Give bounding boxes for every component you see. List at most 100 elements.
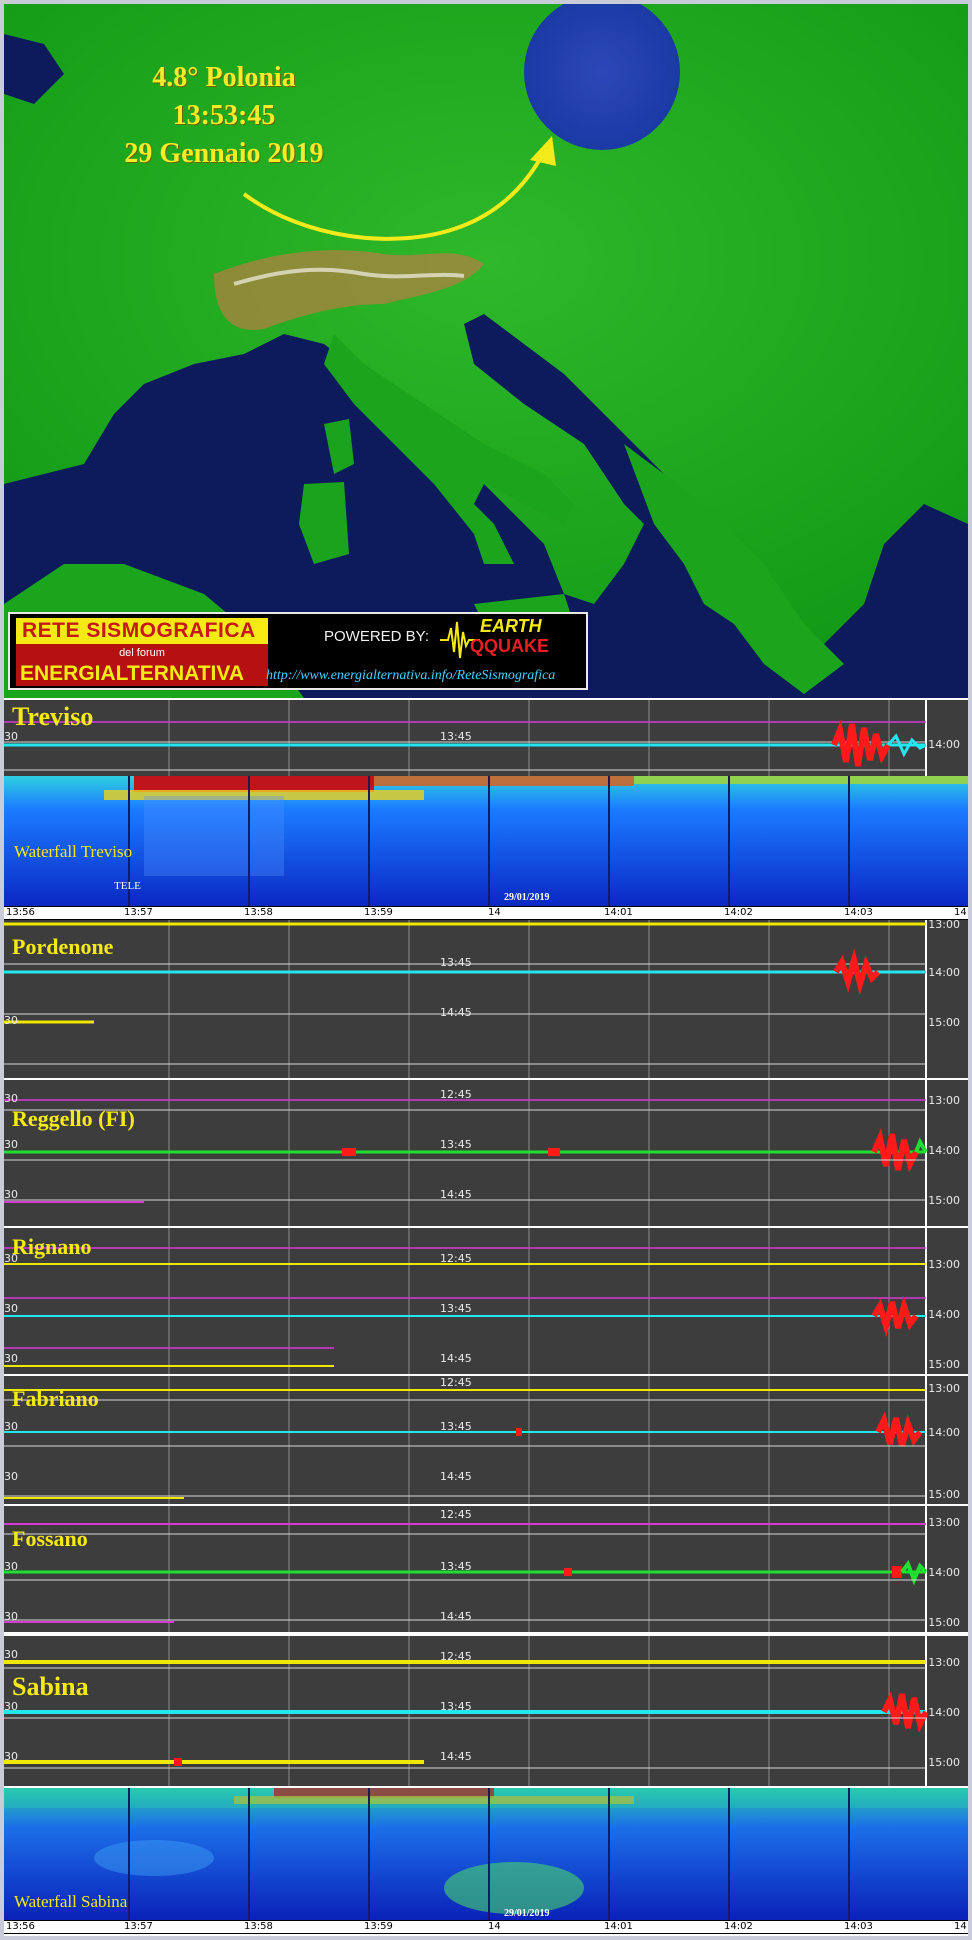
trace-time-label: 12:45 — [440, 1508, 472, 1521]
tick-label: 13:59 — [364, 907, 393, 918]
trace-time-label: 13:45 — [440, 730, 472, 743]
seismogram-rignano-plot — [4, 1228, 927, 1374]
trace-left-label: 30 — [4, 1560, 18, 1573]
map-title-time: 13:53:45 — [172, 100, 276, 131]
trace-time-label: 13:45 — [440, 1420, 472, 1433]
event-marker-treviso — [831, 719, 891, 767]
trace-hour-label: 13:00 — [928, 920, 960, 931]
station-name: Treviso — [12, 702, 94, 731]
seismogram-fabriano-plot — [4, 1376, 927, 1504]
waterfall-treviso: Waterfall Treviso TELE 29/01/2019 — [4, 776, 968, 906]
waterfall-sabina: Waterfall Sabina 29/01/2019 — [4, 1788, 968, 1920]
station-name: Sabina — [12, 1672, 89, 1701]
landmass-corsica — [324, 419, 354, 474]
trace-time-label: 13:45 — [440, 1560, 472, 1573]
trace-hour-label: 14:00 — [928, 1566, 960, 1579]
trace-left-label: 30 — [4, 1252, 18, 1265]
tick-label: 14:01 — [604, 907, 633, 918]
waterfall-sabina-spectrogram — [4, 1788, 968, 1920]
trace-hour-label: 14:00 — [928, 1426, 960, 1439]
tick-label: 14:02 — [724, 1921, 753, 1932]
station-name: Fabriano — [12, 1386, 99, 1411]
trace-time-label: 14:45 — [440, 1006, 472, 1019]
trace-hour-label: 13:00 — [928, 1656, 960, 1669]
trace-left-label: 30 — [4, 730, 18, 743]
tick-label: 14:03 — [844, 907, 873, 918]
seismogram-reggello-plot — [4, 1080, 928, 1226]
powered-by-label: POWERED BY: — [324, 628, 430, 645]
trace-time-label: 14:45 — [440, 1470, 472, 1483]
tick-label: 14 — [954, 1921, 967, 1932]
time-axis-sabina: 13:56 13:57 13:58 13:59 14 14:01 14:02 1… — [4, 1920, 968, 1934]
logo-del-forum: del forum — [16, 644, 268, 662]
time-axis-treviso: 13:56 13:57 13:58 13:59 14 14:01 14:02 1… — [4, 906, 968, 920]
trace-hour-label: 15:00 — [928, 1016, 960, 1029]
trace-time-label: 13:45 — [440, 1138, 472, 1151]
map-title-magnitude: 4.8° Polonia — [152, 62, 296, 93]
trace-time-label: 12:45 — [440, 1650, 472, 1663]
seismogram-reggello: Reggello (FI) 30 30 30 12:45 13:45 14:45… — [4, 1080, 968, 1226]
waterfall-sabina-label: Waterfall Sabina — [14, 1892, 128, 1911]
map-title-date: 29 Gennaio 2019 — [124, 138, 324, 169]
waterfall-treviso-date: 29/01/2019 — [504, 892, 550, 903]
trace-time-label: 14:45 — [440, 1188, 472, 1201]
trace-left-label: 30 — [4, 1014, 18, 1027]
waterfall-treviso-spectrogram — [4, 776, 968, 906]
trace-left-label: 30 — [4, 1352, 18, 1365]
trace-hour-label: 15:00 — [928, 1756, 960, 1769]
seismogram-fabriano: Fabriano 30 30 12:45 13:45 14:45 13:00 1… — [4, 1376, 968, 1504]
trace-hour-label: 14:00 — [928, 966, 960, 979]
seismogram-rignano: Rignano 30 30 30 12:45 13:45 14:45 13:00… — [4, 1228, 968, 1374]
network-url-link[interactable]: http://www.energialternativa.info/ReteSi… — [266, 668, 555, 684]
tick-label: 13:56 — [6, 907, 35, 918]
seismogram-treviso: Treviso 30 13:45 14:00 — [4, 700, 968, 776]
logo-energialternativa: ENERGIALTERNATIVA — [16, 662, 268, 686]
seismogram-sabina-plot — [4, 1636, 929, 1786]
trace-time-label: 13:45 — [440, 1302, 472, 1315]
tick-label: 14 — [488, 1921, 501, 1932]
tick-label: 13:59 — [364, 1921, 393, 1932]
trace-hour-label: 15:00 — [928, 1358, 960, 1371]
trace-hour-label: 13:00 — [928, 1094, 960, 1107]
trace-time-label: 12:45 — [440, 1376, 472, 1389]
trace-left-label: 30 — [4, 1092, 18, 1105]
logo-qquake: QQUAKE — [470, 636, 550, 656]
tick-label: 14:01 — [604, 1921, 633, 1932]
seismic-map: 4.8° Polonia 13:53:45 29 Gennaio 2019 — [4, 4, 968, 698]
seismogram-treviso-plot — [4, 700, 927, 776]
logo-rete-sismografica: RETE SISMOGRAFICA — [16, 618, 268, 644]
seismogram-fossano-plot — [4, 1506, 928, 1632]
waterfall-tele-tag: TELE — [114, 880, 141, 892]
trace-time-label: 14:45 — [440, 1610, 472, 1623]
trace-time-label: 14:45 — [440, 1750, 472, 1763]
logo-earth: EARTH — [480, 616, 542, 636]
tick-label: 14 — [954, 907, 967, 918]
trace-hour-label: 13:00 — [928, 1382, 960, 1395]
station-name: Fossano — [12, 1526, 88, 1551]
trace-hour-label: 14:00 — [928, 1706, 960, 1719]
station-name: Reggello (FI) — [12, 1106, 135, 1131]
tick-label: 13:58 — [244, 1921, 273, 1932]
trace-time-label: 13:45 — [440, 1700, 472, 1713]
trace-left-label: 30 — [4, 1470, 18, 1483]
trace-hour-label: 14:00 — [928, 1308, 960, 1321]
waterfall-treviso-label: Waterfall Treviso — [14, 842, 133, 861]
trace-hour-label: 14:00 — [928, 738, 960, 751]
tick-label: 14:03 — [844, 1921, 873, 1932]
trace-hour-label: 13:00 — [928, 1516, 960, 1529]
trace-time-label: 13:45 — [440, 956, 472, 969]
trace-left-label: 30 — [4, 1700, 18, 1713]
trace-time-label: 12:45 — [440, 1088, 472, 1101]
trace-left-label: 30 — [4, 1302, 18, 1315]
tick-label: 13:58 — [244, 907, 273, 918]
station-name: Pordenone — [12, 934, 114, 959]
trace-left-label: 30 — [4, 1610, 18, 1623]
tick-label: 13:56 — [6, 1921, 35, 1932]
tick-label: 13:57 — [124, 907, 153, 918]
trace-hour-label: 15:00 — [928, 1488, 960, 1501]
landmass-sardinia — [299, 482, 349, 564]
trace-time-label: 12:45 — [440, 1252, 472, 1265]
tick-label: 14 — [488, 907, 501, 918]
trace-left-label: 30 — [4, 1138, 18, 1151]
trace-left-label: 30 — [4, 1188, 18, 1201]
